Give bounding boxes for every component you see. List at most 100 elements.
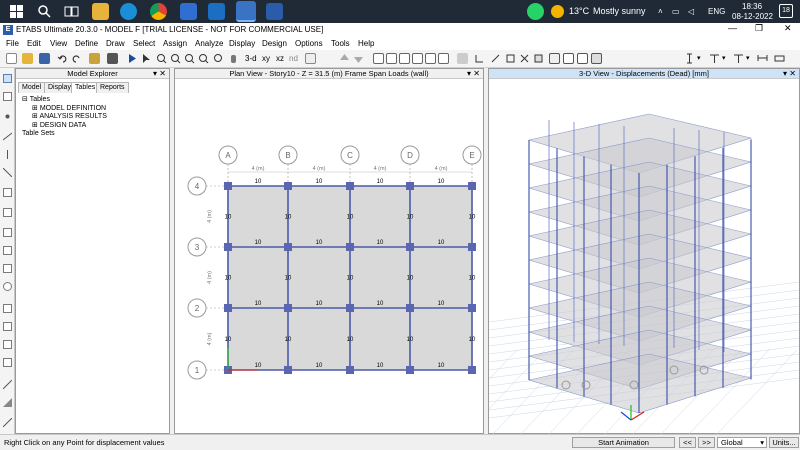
weather-description[interactable]: Mostly sunny [593, 6, 646, 16]
menu-define[interactable]: Define [75, 39, 98, 48]
frame-tool-icon[interactable] [505, 53, 516, 64]
section-cut-icon[interactable] [684, 53, 695, 64]
plan-view-button[interactable]: xy [262, 54, 270, 63]
clock-time[interactable]: 18:36 [742, 2, 762, 11]
next-frame-button[interactable]: >> [698, 437, 715, 448]
coordinate-system-select[interactable]: Global ▾ [717, 437, 767, 448]
notification-center-icon[interactable]: 18 [779, 4, 793, 18]
select-icon[interactable] [386, 53, 397, 64]
grid-tool-icon[interactable] [577, 53, 588, 64]
menu-view[interactable]: View [50, 39, 67, 48]
draw-wall-stack-icon[interactable] [2, 379, 13, 390]
select-all-icon[interactable] [373, 53, 384, 64]
wall-tool-icon[interactable] [533, 53, 544, 64]
3d-view-pin-close[interactable]: ▾ ✕ [783, 69, 796, 79]
new-model-icon[interactable] [6, 53, 17, 64]
reshape-icon[interactable] [3, 92, 12, 101]
plan-view-pin-close[interactable]: ▾ ✕ [467, 69, 480, 79]
expand-icon[interactable]: ⊞ [32, 113, 38, 120]
model-explorer-pin-close[interactable]: ▾ ✕ [153, 69, 166, 79]
zoom-in-icon[interactable] [170, 53, 181, 64]
draw-floor-icon[interactable] [3, 188, 12, 197]
draw-beam-icon[interactable] [2, 132, 13, 141]
joint-tool-icon[interactable] [563, 53, 574, 64]
tree-node-analysis-results[interactable]: ⊞ ANALYSIS RESULTS [22, 113, 107, 122]
windows-start-icon[interactable] [8, 3, 25, 20]
pen-icon[interactable] [107, 53, 118, 64]
file-explorer-icon[interactable] [92, 3, 109, 20]
tree-node-table-sets[interactable]: Table Sets [22, 130, 107, 139]
expand-icon[interactable]: ⊞ [32, 122, 38, 129]
view-options-icon[interactable] [305, 53, 316, 64]
menu-file[interactable]: File [6, 39, 19, 48]
network-icon[interactable]: ▭ [672, 7, 680, 16]
tree-node-design-data[interactable]: ⊞ DESIGN DATA [22, 122, 107, 131]
menu-design[interactable]: Design [262, 39, 287, 48]
zoom-out-icon[interactable] [184, 53, 195, 64]
draw-section-cut-icon[interactable] [3, 322, 12, 331]
menu-display[interactable]: Display [229, 39, 255, 48]
menu-assign[interactable]: Assign [163, 39, 187, 48]
menu-edit[interactable]: Edit [27, 39, 41, 48]
chrome-browser-icon[interactable] [150, 3, 167, 20]
minimize-button[interactable]: — [728, 23, 737, 33]
draw-column-icon[interactable] [3, 150, 12, 159]
units-button[interactable]: Units... [769, 437, 799, 448]
pan-icon[interactable] [213, 53, 224, 64]
search-icon[interactable] [36, 3, 53, 20]
close-button[interactable]: ✕ [784, 23, 792, 34]
hand-pan-icon[interactable] [228, 53, 239, 64]
tab-tables[interactable]: Tables [71, 82, 100, 93]
restraint-tool-icon[interactable] [709, 53, 720, 64]
brace-tool-icon[interactable] [519, 53, 530, 64]
line-tool-icon[interactable] [474, 53, 485, 64]
menu-help[interactable]: Help [358, 39, 374, 48]
mail-app-icon[interactable] [208, 3, 225, 20]
draw-developed-elevation-icon[interactable] [3, 358, 12, 367]
photos-app-icon[interactable] [180, 3, 197, 20]
mesh-tool-icon[interactable] [591, 53, 602, 64]
up-arrow-icon[interactable] [339, 53, 350, 64]
start-animation-button[interactable]: Start Animation [572, 437, 675, 448]
chevron-up-icon[interactable]: ˄ [658, 7, 663, 16]
restore-selection-icon[interactable] [412, 53, 423, 64]
pointer-icon[interactable] [141, 53, 152, 64]
clear-selection-icon[interactable] [425, 53, 436, 64]
3d-view-canvas[interactable] [489, 80, 799, 434]
tree-node-tables[interactable]: ⊟ Tables [22, 96, 107, 105]
elevation-view-button[interactable]: xz [276, 54, 284, 63]
undo-icon[interactable] [57, 53, 68, 64]
deselect-icon[interactable] [399, 53, 410, 64]
save-icon[interactable] [39, 53, 50, 64]
shell-tool-icon[interactable] [549, 53, 560, 64]
draw-rect-floor-icon[interactable] [3, 208, 12, 217]
3d-view-button[interactable]: 3-d [245, 54, 257, 63]
lock-icon[interactable] [89, 53, 100, 64]
menu-select[interactable]: Select [133, 39, 155, 48]
draw-joint-icon[interactable] [3, 112, 12, 121]
beam-tool-icon[interactable] [757, 53, 768, 64]
draw-wall-icon[interactable] [3, 228, 12, 237]
more-tools-icon[interactable] [774, 53, 785, 64]
tab-reports[interactable]: Reports [96, 82, 129, 93]
display-options-icon[interactable] [457, 53, 468, 64]
draw-link-icon[interactable] [3, 264, 12, 273]
draw-opening-icon[interactable] [3, 246, 12, 255]
image-app-icon[interactable] [266, 3, 283, 20]
dropdown-chevron-icon[interactable]: ▾ [697, 54, 701, 62]
zoom-window-icon[interactable] [156, 53, 167, 64]
draw-tendon-icon[interactable] [3, 282, 12, 291]
column-tool-icon[interactable] [733, 53, 744, 64]
clock-date[interactable]: 08-12-2022 [732, 12, 773, 21]
expand-icon[interactable]: ⊞ [32, 105, 38, 112]
menu-draw[interactable]: Draw [106, 39, 125, 48]
down-arrow-icon[interactable] [353, 53, 364, 64]
tab-model[interactable]: Model [18, 82, 46, 93]
task-view-icon[interactable] [63, 3, 80, 20]
previous-frame-button[interactable]: << [679, 437, 696, 448]
draw-stair-icon[interactable] [2, 417, 13, 428]
collapse-icon[interactable]: ⊟ [22, 96, 28, 103]
plan-view-canvas[interactable]: A B C D E 4 3 2 1 4 (m) 4 (m) 4 (m) 4 (m) 4 (m) 4 (m) 4… [175, 80, 483, 434]
restore-button[interactable]: ❐ [755, 23, 763, 34]
draw-reference-point-icon[interactable] [3, 340, 12, 349]
